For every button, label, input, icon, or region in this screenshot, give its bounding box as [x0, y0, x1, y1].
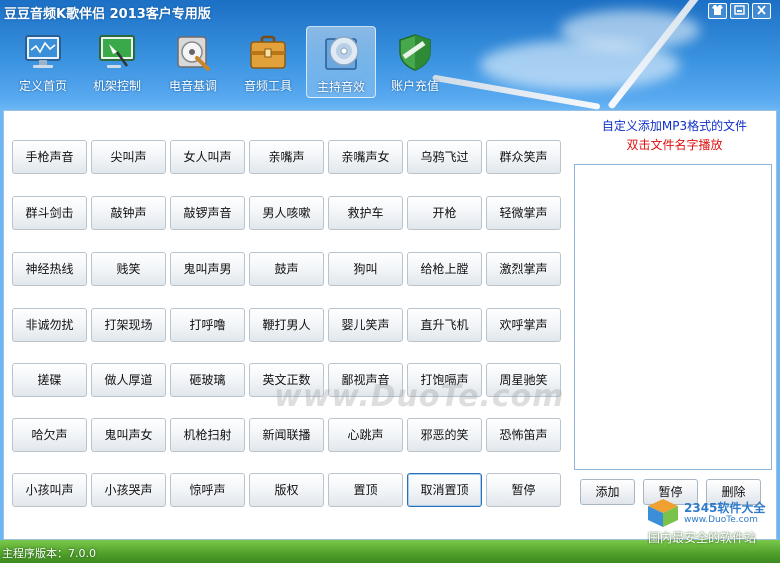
custom-add-hint: 自定义添加MP3格式的文件 — [601, 119, 748, 133]
sound-button[interactable]: 砸玻璃 — [170, 363, 245, 397]
sound-button[interactable]: 救护车 — [328, 196, 403, 230]
tab-audio-tools[interactable]: 音频工具 — [233, 26, 303, 98]
sound-button[interactable]: 鬼叫声男 — [170, 252, 245, 286]
sound-button[interactable]: 开枪 — [407, 196, 482, 230]
sound-button[interactable]: 惊呼声 — [170, 473, 245, 507]
sound-button[interactable]: 心跳声 — [328, 418, 403, 452]
sound-button[interactable]: 打架现场 — [91, 308, 166, 342]
sound-button[interactable]: 鬼叫声女 — [91, 418, 166, 452]
tab-host-effects[interactable]: 主持音效 — [306, 26, 376, 98]
sound-button[interactable]: 直升飞机 — [407, 308, 482, 342]
watermark-text: www.DuoTe.com — [274, 379, 565, 414]
sound-button[interactable]: 轻微掌声 — [486, 196, 561, 230]
monitor-icon — [25, 35, 61, 68]
sound-button[interactable]: 鼓声 — [249, 252, 324, 286]
tab-rack-control[interactable]: 机架控制 — [82, 26, 152, 98]
sound-button[interactable]: 狗叫 — [328, 252, 403, 286]
sound-button[interactable]: 群众笑声 — [486, 140, 561, 174]
tab-audio-tune[interactable]: 电音基调 — [158, 26, 228, 98]
cube-logo-icon — [648, 499, 678, 527]
sound-button[interactable]: 鞭打男人 — [249, 308, 324, 342]
sound-button[interactable]: 给枪上膛 — [407, 252, 482, 286]
sound-button[interactable]: 恐怖笛声 — [486, 418, 561, 452]
close-icon[interactable] — [752, 3, 771, 19]
site-logo: 2345软件大全 www.DuoTe.com 国内最安全的软件站 — [640, 495, 780, 563]
copyright-button[interactable]: 版权 — [249, 473, 324, 507]
sound-button[interactable]: 群斗剑击 — [12, 196, 87, 230]
sound-button[interactable]: 贱笑 — [91, 252, 166, 286]
disc-icon — [325, 36, 359, 70]
sound-button[interactable]: 亲嘴声 — [249, 140, 324, 174]
rack-control-icon — [99, 35, 135, 68]
sound-button[interactable]: 打呼噜 — [170, 308, 245, 342]
tab-rack-control-label: 机架控制 — [92, 79, 141, 93]
sound-button[interactable]: 激烈掌声 — [486, 252, 561, 286]
tab-audio-tools-label: 音频工具 — [243, 79, 292, 93]
sound-button[interactable]: 敲钟声 — [91, 196, 166, 230]
shirt-icon[interactable] — [708, 3, 727, 19]
sound-button[interactable]: 小孩叫声 — [12, 473, 87, 507]
tab-account-recharge[interactable]: 账户充值 — [380, 26, 450, 98]
window-title: 豆豆音频K歌伴侣 2013客户专用版 — [4, 7, 211, 22]
tab-account-recharge-label: 账户充值 — [390, 79, 439, 93]
version-label: 主程序版本：7.0.0 — [2, 547, 96, 560]
minimize-icon[interactable] — [730, 3, 749, 19]
toolbox-icon — [250, 35, 286, 69]
sound-button[interactable]: 非诚勿扰 — [12, 308, 87, 342]
sound-button[interactable]: 机枪扫射 — [170, 418, 245, 452]
sound-button[interactable]: 搓碟 — [12, 363, 87, 397]
main-toolbar: 定义首页 机架控制 电音基调 音频工具 主持音效 账户充值 — [8, 26, 468, 100]
sound-button[interactable]: 乌鸦飞过 — [407, 140, 482, 174]
site-logo-slogan: 国内最安全的软件站 — [648, 531, 757, 545]
sound-button[interactable]: 欢呼掌声 — [486, 308, 561, 342]
sound-button[interactable]: 小孩哭声 — [91, 473, 166, 507]
custom-file-panel: 自定义添加MP3格式的文件 双击文件名字播放 添加 暂停 删除 — [571, 111, 778, 541]
sound-button[interactable]: 做人厚道 — [91, 363, 166, 397]
double-click-hint: 双击文件名字播放 — [626, 138, 723, 152]
tab-home-label: 定义首页 — [18, 79, 67, 93]
main-panel: 手枪声音 尖叫声 女人叫声 亲嘴声 亲嘴声女 乌鸦飞过 群众笑声 群斗剑击 敲钟… — [3, 110, 777, 540]
sound-button[interactable]: 新闻联播 — [249, 418, 324, 452]
tab-audio-tune-label: 电音基调 — [168, 79, 217, 93]
sound-button[interactable]: 敲锣声音 — [170, 196, 245, 230]
sound-button[interactable]: 邪恶的笑 — [407, 418, 482, 452]
pause-effect-button[interactable]: 暂停 — [486, 473, 561, 507]
title-bar: 豆豆音频K歌伴侣 2013客户专用版 — [0, 0, 780, 22]
unpin-top-button[interactable]: 取消置顶 — [407, 473, 482, 507]
tab-home[interactable]: 定义首页 — [8, 26, 78, 98]
cloud-decoration — [480, 40, 680, 90]
shield-icon — [399, 34, 431, 71]
custom-file-list[interactable] — [574, 164, 772, 470]
audio-tune-icon — [177, 36, 210, 71]
sound-button[interactable]: 婴儿笑声 — [328, 308, 403, 342]
sound-button[interactable]: 手枪声音 — [12, 140, 87, 174]
sound-button[interactable]: 亲嘴声女 — [328, 140, 403, 174]
sound-button[interactable]: 哈欠声 — [12, 418, 87, 452]
tab-host-effects-label: 主持音效 — [316, 80, 365, 94]
pin-top-button[interactable]: 置顶 — [328, 473, 403, 507]
app-window: 豆豆音频K歌伴侣 2013客户专用版 定义首页 机架控制 电音基调 音频工具 主… — [0, 0, 780, 563]
sound-button[interactable]: 尖叫声 — [91, 140, 166, 174]
sound-button-grid: 手枪声音 尖叫声 女人叫声 亲嘴声 亲嘴声女 乌鸦飞过 群众笑声 群斗剑击 敲钟… — [4, 111, 571, 541]
add-file-button[interactable]: 添加 — [580, 479, 635, 505]
site-logo-name: 2345软件大全 — [684, 501, 766, 515]
sound-button[interactable]: 女人叫声 — [170, 140, 245, 174]
sound-button[interactable]: 男人咳嗽 — [249, 196, 324, 230]
sound-button[interactable]: 神经热线 — [12, 252, 87, 286]
site-logo-url: www.DuoTe.com — [684, 515, 758, 525]
